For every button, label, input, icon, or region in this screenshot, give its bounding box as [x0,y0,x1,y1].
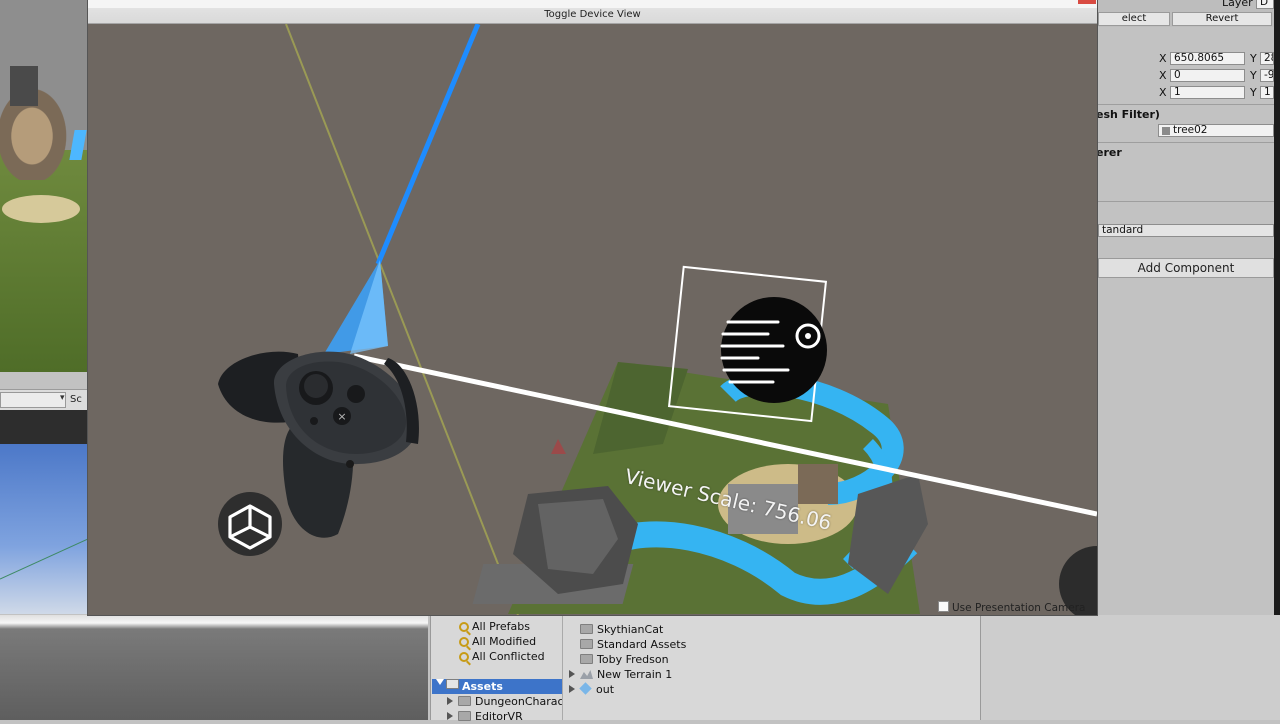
scene-tab[interactable]: Sc [70,394,82,405]
asset-standard-assets[interactable]: Standard Assets [580,637,686,652]
shading-mode-dropdown[interactable] [0,392,66,408]
game-view-header [0,410,88,444]
project-asset-list: SkythianCat Standard Assets Toby Fredson… [562,615,981,720]
asset-new-terrain[interactable]: New Terrain 1 [569,667,672,682]
expand-arrow-icon[interactable] [569,685,575,693]
scale-y-label: Y [1250,86,1257,99]
favorite-label: All Conflicted [472,650,545,663]
prefab-cube-icon [579,682,592,695]
scale-x-field[interactable]: 1 [1170,86,1245,99]
mesh-field[interactable]: tree02 [1158,124,1274,137]
unity-logo-icon[interactable] [218,492,282,556]
material-divider [1098,201,1274,202]
expand-arrow-icon[interactable] [447,697,453,705]
rotation-x-field[interactable]: 0 [1170,69,1245,82]
death-star-icon[interactable] [720,297,827,403]
search-icon [459,637,469,647]
checkbox[interactable] [938,601,949,612]
rotation-y-label: Y [1250,69,1257,82]
scale-y-field[interactable]: 1 [1260,86,1274,99]
favorite-all-prefabs[interactable]: All Prefabs [459,619,530,634]
presentation-camera-label: Use Presentation Camera [952,602,1086,614]
prefab-revert-button[interactable]: Revert [1172,12,1272,26]
svg-text:×: × [337,410,346,423]
folder-icon [580,639,593,649]
shader-dropdown[interactable]: tandard [1098,224,1274,237]
device-view-titlebar: Toggle Device View [88,0,1097,24]
bottom-left-pane [0,615,428,720]
prefab-select-button[interactable]: elect [1098,12,1170,26]
tree-item-label: DungeonCharac [475,695,564,708]
favorite-all-modified[interactable]: All Modified [459,634,536,649]
tree-item-assets[interactable]: Assets [432,679,562,694]
position-y-label: Y [1250,52,1257,65]
rotation-y-field[interactable]: -9 [1260,69,1274,82]
asset-out-prefab[interactable]: out [569,682,614,697]
search-icon [459,622,469,632]
device-view-window: Toggle Device View × Viewer Scale: 756.0… [88,0,1097,615]
inspector-panel: Layer D elect Revert X 650.8065 Y 28 X 0… [1096,0,1274,615]
tree-item-label: EditorVR [475,710,523,723]
asset-label: Toby Fredson [597,653,669,666]
close-button[interactable] [1078,0,1096,4]
favorite-all-conflicted[interactable]: All Conflicted [459,649,545,664]
layer-dropdown[interactable]: D [1256,0,1274,9]
rotation-x-label: X [1159,69,1167,82]
component-divider [1098,142,1274,143]
inspector-scrollbar[interactable] [1274,0,1280,720]
folder-icon [580,654,593,664]
favorite-label: All Modified [472,635,537,648]
tower-block [798,464,838,504]
vr-viewport[interactable]: × Viewer Scale: 756.06 [88,24,1097,615]
asset-label: New Terrain 1 [597,668,673,681]
device-view-title[interactable]: Toggle Device View [88,9,1097,20]
asset-skythiancat[interactable]: SkythianCat [580,622,663,637]
mesh-value: tree02 [1173,124,1208,136]
favorite-label: All Prefabs [472,620,530,633]
menu-button [310,417,318,425]
scale-x-label: X [1159,86,1167,99]
scene-plaza [2,195,80,223]
assets-label: Assets [462,680,503,693]
blue-laser [375,24,481,265]
scene-grass [0,150,88,372]
dropdown-arrow-icon: ▾ [60,393,65,403]
use-presentation-camera-toggle[interactable]: Use Presentation Camera [938,601,1085,614]
position-y-field[interactable]: 28 [1260,52,1274,65]
asset-label: out [596,683,615,696]
expand-arrow-icon[interactable] [569,670,575,678]
search-icon [459,652,469,662]
face-button-y [347,385,365,403]
renderer-header[interactable]: erer [1096,146,1122,159]
project-tree: All Prefabs All Modified All Conflicted … [430,615,564,723]
asset-label: Standard Assets [597,638,687,651]
asset-label: SkythianCat [597,623,664,636]
project-preview-pane [980,615,1280,720]
add-component-button[interactable]: Add Component [1098,258,1274,278]
game-view-horizon [0,538,88,580]
background-scene-view [0,0,88,372]
folder-icon [458,696,471,706]
scene-tower [10,66,38,106]
tree-item-editorvr[interactable]: EditorVR [447,709,523,724]
component-divider [1098,104,1274,105]
position-x-field[interactable]: 650.8065 [1170,52,1245,65]
game-view [0,444,88,614]
mesh-filter-header[interactable]: esh Filter) [1096,108,1160,121]
terrain-icon [580,670,593,679]
position-x-label: X [1159,52,1167,65]
tree-item-dungeon[interactable]: DungeonCharac [447,694,564,709]
folder-icon [580,624,593,634]
layer-label: Layer [1222,0,1253,9]
expand-arrow-icon[interactable] [447,712,453,720]
flag [551,439,566,454]
scene-toolbar: ▾ Sc [0,389,88,411]
mesh-icon [1162,127,1170,135]
vr-scene: × [218,24,1097,615]
asset-toby-fredson[interactable]: Toby Fredson [580,652,669,667]
